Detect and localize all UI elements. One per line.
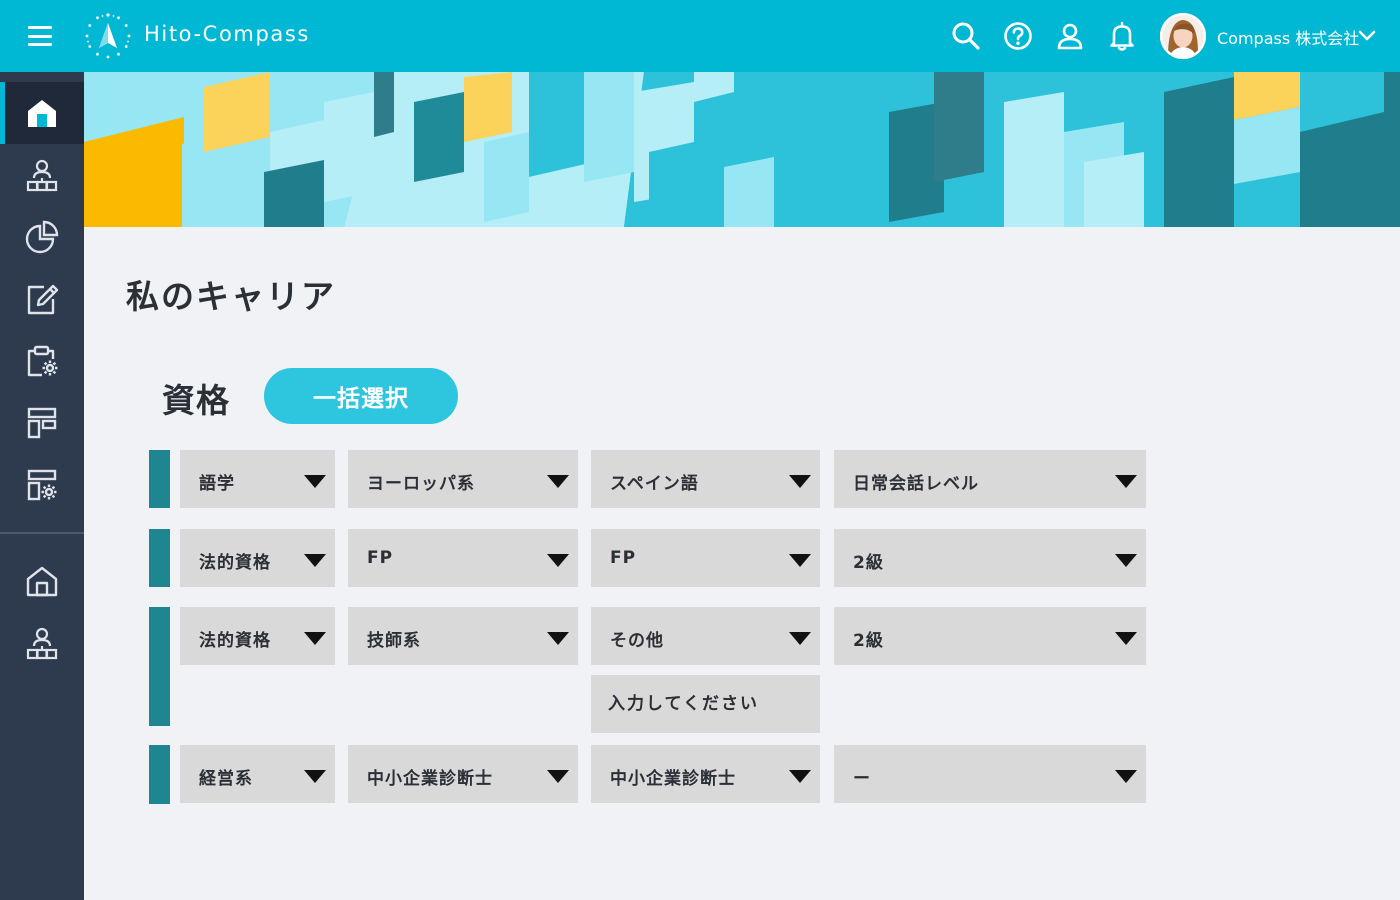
sidebar-item-tasks[interactable] bbox=[0, 330, 84, 392]
qualification-dropdown[interactable]: 中小企業診断士 bbox=[591, 745, 820, 803]
group-dropdown[interactable]: 中小企業診断士 bbox=[348, 745, 578, 803]
sidebar-item-layout[interactable] bbox=[0, 392, 84, 454]
triangle-down-icon bbox=[1115, 770, 1137, 783]
triangle-down-icon bbox=[789, 632, 811, 645]
level-dropdown[interactable]: ー bbox=[834, 745, 1146, 803]
group-dropdown[interactable]: ヨーロッパ系 bbox=[348, 450, 578, 508]
row-marker bbox=[149, 745, 170, 804]
triangle-down-icon bbox=[1115, 632, 1137, 645]
edit-icon bbox=[27, 284, 59, 315]
dropdown-value: 中小企業診断士 bbox=[367, 769, 493, 789]
building-icon bbox=[26, 566, 58, 597]
triangle-down-icon bbox=[547, 475, 569, 488]
triangle-down-icon bbox=[547, 632, 569, 645]
triangle-down-icon bbox=[547, 770, 569, 783]
chevron-down-icon[interactable] bbox=[1358, 28, 1376, 44]
home-icon bbox=[28, 100, 56, 127]
category-dropdown[interactable]: 語学 bbox=[180, 450, 335, 508]
dropdown-value: 日常会話レベル bbox=[853, 474, 979, 494]
layout-settings-icon bbox=[27, 469, 57, 501]
level-dropdown[interactable]: 2級 bbox=[834, 607, 1146, 665]
triangle-down-icon bbox=[304, 770, 326, 783]
row-marker bbox=[149, 607, 170, 726]
qualification-dropdown[interactable]: その他 bbox=[591, 607, 820, 665]
triangle-down-icon bbox=[1115, 475, 1137, 488]
dropdown-value: 2級 bbox=[853, 631, 884, 651]
dropdown-value: 2級 bbox=[853, 553, 884, 573]
bulk-select-button[interactable]: 一括選択 bbox=[264, 368, 458, 424]
dropdown-value: その他 bbox=[610, 631, 664, 651]
triangle-down-icon bbox=[789, 770, 811, 783]
bell-icon[interactable] bbox=[1106, 20, 1138, 52]
sidebar-item-analytics[interactable] bbox=[0, 206, 84, 268]
dropdown-value: FP bbox=[610, 548, 637, 568]
sidebar-divider bbox=[0, 532, 84, 534]
category-dropdown[interactable]: 法的資格 bbox=[180, 607, 335, 665]
pie-chart-icon bbox=[25, 220, 59, 254]
dropdown-value: 語学 bbox=[199, 474, 235, 494]
dropdown-value: 中小企業診断士 bbox=[610, 769, 736, 789]
triangle-down-icon bbox=[1115, 554, 1137, 567]
category-dropdown[interactable]: 経営系 bbox=[180, 745, 335, 803]
dropdown-value: 法的資格 bbox=[199, 631, 271, 651]
other-qualification-input[interactable] bbox=[591, 675, 820, 733]
dropdown-value: ヨーロッパ系 bbox=[367, 474, 475, 494]
row-marker bbox=[149, 450, 170, 508]
clipboard-settings-icon bbox=[27, 345, 58, 377]
menu-icon[interactable] bbox=[28, 24, 58, 48]
search-icon[interactable] bbox=[950, 20, 982, 52]
layout-icon bbox=[27, 407, 57, 439]
row-marker bbox=[149, 529, 170, 587]
app-title: Hito-Compass bbox=[144, 22, 310, 46]
triangle-down-icon bbox=[789, 554, 811, 567]
sidebar-item-layout-settings[interactable] bbox=[0, 454, 84, 516]
qualification-dropdown[interactable]: スペイン語 bbox=[591, 450, 820, 508]
dropdown-value: FP bbox=[367, 548, 394, 568]
sidebar-item-home[interactable] bbox=[0, 82, 84, 144]
org-chart-icon bbox=[26, 159, 58, 192]
level-dropdown[interactable]: 日常会話レベル bbox=[834, 450, 1146, 508]
dropdown-value: スペイン語 bbox=[610, 474, 699, 494]
dropdown-value: ー bbox=[853, 769, 871, 789]
triangle-down-icon bbox=[789, 475, 811, 488]
avatar[interactable] bbox=[1160, 13, 1206, 59]
level-dropdown[interactable]: 2級 bbox=[834, 529, 1146, 587]
sidebar-item-team[interactable] bbox=[0, 612, 84, 674]
user-icon[interactable] bbox=[1054, 20, 1086, 52]
triangle-down-icon bbox=[304, 632, 326, 645]
page-title: 私のキャリア bbox=[126, 277, 336, 316]
section-title: 資格 bbox=[162, 381, 230, 420]
company-name[interactable]: Compass 株式会社 bbox=[1217, 25, 1359, 49]
dropdown-value: 法的資格 bbox=[199, 553, 271, 573]
top-header: Hito-Compass Compass 株式会社 bbox=[0, 0, 1400, 72]
dropdown-value: 技師系 bbox=[367, 631, 421, 651]
category-dropdown[interactable]: 法的資格 bbox=[180, 529, 335, 587]
sidebar bbox=[0, 72, 84, 900]
team-icon bbox=[26, 627, 58, 660]
sidebar-item-organization[interactable] bbox=[0, 144, 84, 206]
sidebar-item-company[interactable] bbox=[0, 550, 84, 612]
compass-logo-icon bbox=[85, 13, 131, 59]
help-icon[interactable] bbox=[1002, 20, 1034, 52]
triangle-down-icon bbox=[304, 554, 326, 567]
group-dropdown[interactable]: 技師系 bbox=[348, 607, 578, 665]
dropdown-value: 経営系 bbox=[199, 769, 253, 789]
header-banner bbox=[84, 72, 1400, 227]
group-dropdown[interactable]: FP bbox=[348, 529, 578, 587]
triangle-down-icon bbox=[547, 554, 569, 567]
sidebar-item-edit[interactable] bbox=[0, 268, 84, 330]
qualification-dropdown[interactable]: FP bbox=[591, 529, 820, 587]
triangle-down-icon bbox=[304, 475, 326, 488]
